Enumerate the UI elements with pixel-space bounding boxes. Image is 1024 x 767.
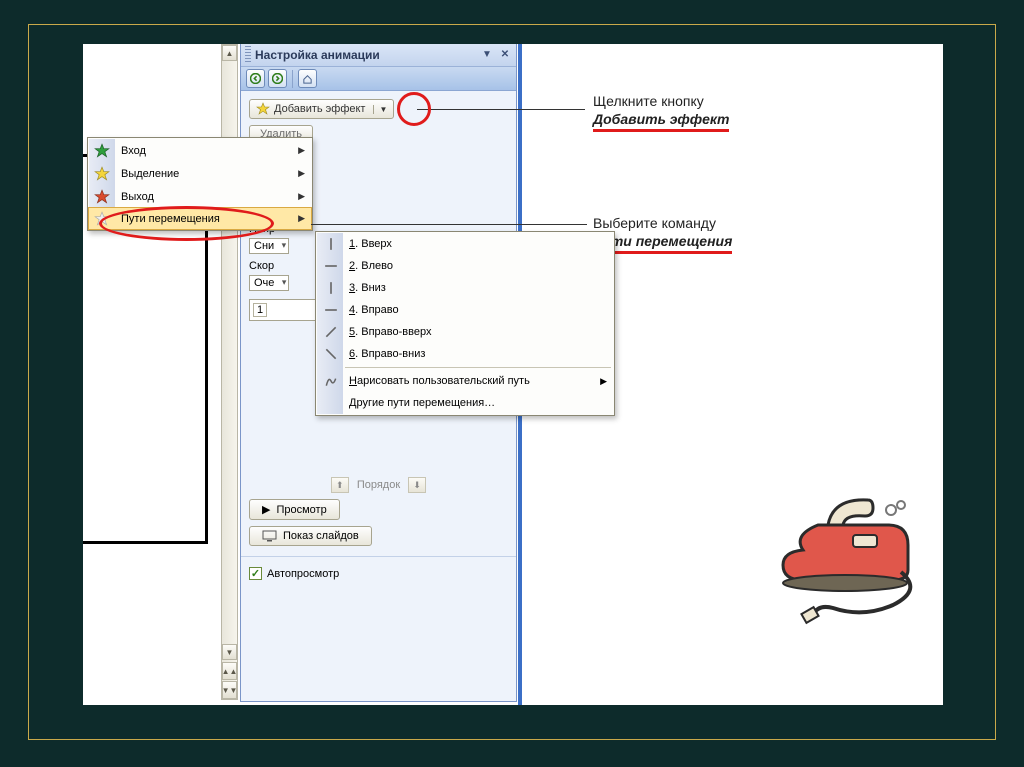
slideshow-button[interactable]: Показ слайдов [249,526,372,546]
submenu-item-more-paths[interactable]: Другие пути перемещения… [317,392,613,414]
effect-index: 1 [253,303,267,317]
preview-button[interactable]: ▶ Просмотр [249,499,340,520]
nav-home-icon[interactable] [298,69,317,88]
submenu-arrow-icon: ▶ [298,145,305,156]
motion-path-submenu: 1. Вверх 2. Влево 3. Вниз 4. Вправо 5. В… [315,231,615,416]
path-diag-up-icon [324,325,338,339]
task-pane-menu-icon[interactable]: ▼ [480,48,494,62]
path-right-icon [324,303,338,317]
callout-line [311,224,587,225]
move-down-icon[interactable]: ⬇ [408,477,426,493]
autopreview-checkbox[interactable]: ✓ Автопросмотр [249,567,508,580]
task-pane-nav [241,67,516,91]
direction-dropdown[interactable]: Сни [249,238,289,254]
menu-item-emphasis[interactable]: Выделение ▶ [89,162,311,185]
path-down-icon [324,281,338,295]
reorder-label: Порядок [357,479,400,491]
monitor-icon [262,530,277,542]
submenu-arrow-icon: ▶ [600,376,607,387]
grip-icon[interactable] [245,46,251,64]
menu-item-entrance[interactable]: Вход ▶ [89,139,311,162]
nav-forward-icon[interactable] [268,69,287,88]
submenu-item-right[interactable]: 4. Вправо [317,299,613,321]
speed-label: Скор [249,260,287,272]
path-up-icon [324,237,338,251]
prev-slide-icon[interactable]: ▲▲ [222,662,237,680]
submenu-item-left[interactable]: 2. Влево [317,255,613,277]
submenu-arrow-icon: ▶ [298,168,305,179]
annotation-add-effect: Щелкните кнопку Добавить эффект [593,92,729,132]
task-pane-header: Настройка анимации ▼ ✕ [241,44,516,67]
path-left-icon [324,259,338,273]
submenu-item-right-up[interactable]: 5. Вправо-вверх [317,321,613,343]
star-icon [256,102,270,116]
scroll-up-icon[interactable]: ▲ [222,45,237,61]
submenu-item-up[interactable]: 1. Вверх [317,233,613,255]
iron-clipart-icon [773,480,923,625]
submenu-item-draw-custom[interactable]: Нарисовать пользовательский путь ▶ [317,370,613,392]
path-custom-icon [324,374,338,388]
menu-item-exit[interactable]: Выход ▶ [89,185,311,208]
add-effect-label: Добавить эффект [274,103,365,115]
submenu-arrow-icon: ▶ [298,213,305,224]
dropdown-arrow-icon[interactable]: ▼ [373,105,387,114]
highlight-circle [397,92,431,126]
close-icon[interactable]: ✕ [498,48,512,62]
task-pane-title: Настройка анимации [255,48,380,62]
path-diag-down-icon [324,347,338,361]
add-effect-button[interactable]: Добавить эффект ▼ [249,99,394,119]
highlight-ellipse [99,206,274,241]
submenu-arrow-icon: ▶ [298,191,305,202]
callout-line [417,109,585,110]
reorder-controls: ⬆ Порядок ⬇ [249,477,508,493]
checkbox-checked-icon: ✓ [249,567,262,580]
next-slide-icon[interactable]: ▼▼ [222,681,237,699]
submenu-item-right-down[interactable]: 6. Вправо-вниз [317,343,613,365]
nav-back-icon[interactable] [246,69,265,88]
star-icon [94,143,110,159]
play-icon: ▶ [262,503,270,516]
submenu-item-down[interactable]: 3. Вниз [317,277,613,299]
scroll-down-icon[interactable]: ▼ [222,644,237,660]
move-up-icon[interactable]: ⬆ [331,477,349,493]
star-icon [94,166,110,182]
star-icon [94,189,110,205]
speed-dropdown[interactable]: Оче [249,275,289,291]
